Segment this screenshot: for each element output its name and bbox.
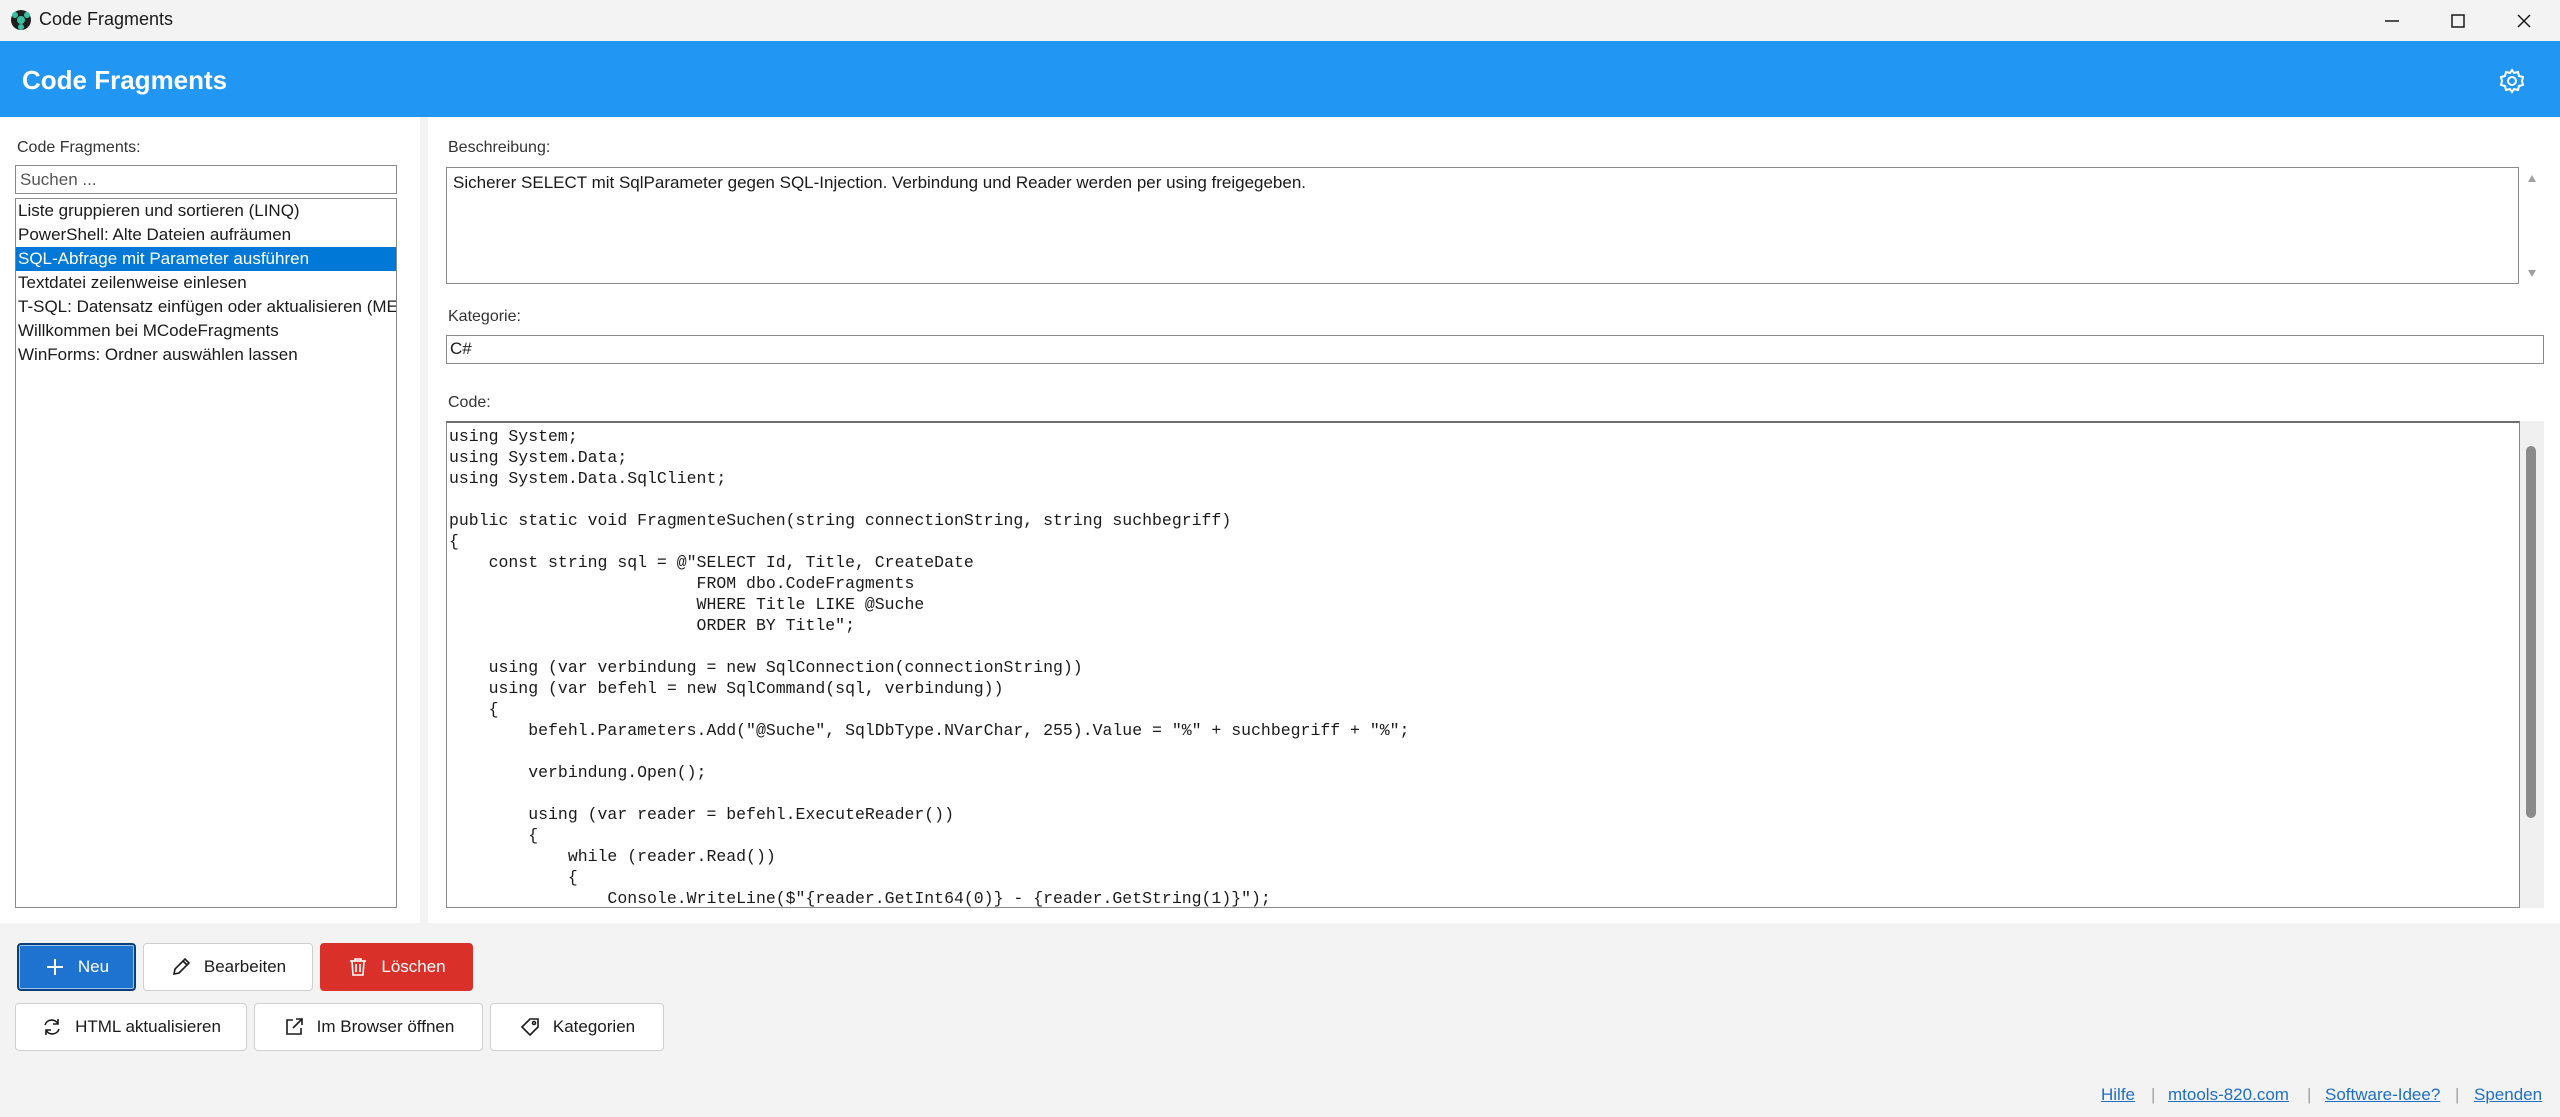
external-link-icon xyxy=(283,1016,305,1038)
minimize-icon xyxy=(2385,19,2399,22)
gear-icon[interactable] xyxy=(2497,66,2527,96)
open-browser-button-label: Im Browser öffnen xyxy=(316,1017,455,1036)
footer-separator: | xyxy=(2151,1085,2156,1104)
app-logo-icon xyxy=(11,10,31,30)
delete-button[interactable]: Löschen xyxy=(320,943,473,991)
code-line: ORDER BY Title"; xyxy=(449,616,855,635)
code-editor[interactable]: using System; using System.Data; using S… xyxy=(446,421,2520,908)
list-item[interactable]: WinForms: Ordner auswählen lassen xyxy=(16,343,396,367)
header-title: Code Fragments xyxy=(22,65,228,95)
tag-icon xyxy=(519,1016,541,1038)
new-button-label: Neu xyxy=(77,957,110,976)
list-item[interactable]: PowerShell: Alte Dateien aufräumen xyxy=(16,223,396,247)
category-label: Kategorie: xyxy=(448,308,521,325)
description-field[interactable]: Sicherer SELECT mit SqlParameter gegen S… xyxy=(446,167,2519,284)
list-item[interactable]: T-SQL: Datensatz einfügen oder aktualisi… xyxy=(16,295,396,319)
code-line: WHERE Title LIKE @Suche xyxy=(449,595,925,614)
maximize-icon xyxy=(2451,13,2465,28)
footer-separator: | xyxy=(2307,1085,2312,1104)
close-button[interactable] xyxy=(2491,0,2557,41)
fragments-label: Code Fragments: xyxy=(17,139,141,156)
code-line: befehl.Parameters.Add("@Suche", SqlDbTyp… xyxy=(449,721,1410,740)
description-scrollbar[interactable] xyxy=(2522,167,2542,284)
description-label: Beschreibung: xyxy=(448,139,551,156)
code-line: FROM dbo.CodeFragments xyxy=(449,574,915,593)
fragments-list[interactable]: Liste gruppieren und sortieren (LINQ) Po… xyxy=(15,198,397,908)
close-icon xyxy=(2517,13,2531,28)
code-line: using (var verbindung = new SqlConnectio… xyxy=(449,658,1083,677)
app-header: Code Fragments xyxy=(0,41,2560,117)
categories-button-label: Kategorien xyxy=(552,1017,636,1036)
list-item[interactable]: Liste gruppieren und sortieren (LINQ) xyxy=(16,199,396,223)
plus-icon xyxy=(44,956,66,978)
list-item[interactable]: Textdatei zeilenweise einlesen xyxy=(16,271,396,295)
help-link[interactable]: Hilfe xyxy=(2101,1085,2135,1104)
search-input[interactable] xyxy=(15,165,397,194)
edit-button[interactable]: Bearbeiten xyxy=(143,943,313,991)
code-line: const string sql = @"SELECT Id, Title, C… xyxy=(449,553,974,572)
code-line: { xyxy=(449,868,578,887)
category-field[interactable]: C# xyxy=(446,335,2544,364)
trash-icon xyxy=(347,956,369,978)
website-link[interactable]: mtools-820.com xyxy=(2168,1085,2289,1104)
refresh-html-button-label: HTML aktualisieren xyxy=(75,1017,221,1036)
delete-button-label: Löschen xyxy=(381,957,446,976)
code-label: Code: xyxy=(448,394,491,411)
code-scrollbar-thumb[interactable] xyxy=(2526,446,2536,818)
code-line: Console.WriteLine($"{reader.GetInt64(0)}… xyxy=(449,889,1271,908)
maximize-button[interactable] xyxy=(2425,0,2491,41)
code-line: using (var befehl = new SqlCommand(sql, … xyxy=(449,679,1004,698)
footer-separator: | xyxy=(2455,1085,2460,1104)
code-line: using System.Data; xyxy=(449,448,628,467)
donate-link[interactable]: Spenden xyxy=(2474,1085,2542,1104)
code-line: { xyxy=(449,826,539,845)
categories-button[interactable]: Kategorien xyxy=(490,1003,664,1051)
refresh-icon xyxy=(41,1016,63,1038)
edit-button-label: Bearbeiten xyxy=(203,957,287,976)
code-line: using System; xyxy=(449,427,578,446)
refresh-html-button[interactable]: HTML aktualisieren xyxy=(15,1003,247,1051)
list-item[interactable]: Willkommen bei MCodeFragments xyxy=(16,319,396,343)
code-line: { xyxy=(449,700,499,719)
code-line: while (reader.Read()) xyxy=(449,847,776,866)
new-button[interactable]: Neu xyxy=(17,943,136,991)
window-title: Code Fragments xyxy=(39,9,174,29)
window-titlebar: Code Fragments xyxy=(0,0,2560,41)
pencil-icon xyxy=(170,956,192,978)
minimize-button[interactable] xyxy=(2359,0,2425,41)
code-line: { xyxy=(449,532,459,551)
code-line: using (var reader = befehl.ExecuteReader… xyxy=(449,805,954,824)
code-line: public static void FragmenteSuchen(strin… xyxy=(449,511,1232,530)
list-item-selected[interactable]: SQL-Abfrage mit Parameter ausführen xyxy=(16,247,396,271)
open-browser-button[interactable]: Im Browser öffnen xyxy=(254,1003,483,1051)
software-idea-link[interactable]: Software-Idee? xyxy=(2325,1085,2440,1104)
code-line: using System.Data.SqlClient; xyxy=(449,469,727,488)
code-line: verbindung.Open(); xyxy=(449,763,707,782)
